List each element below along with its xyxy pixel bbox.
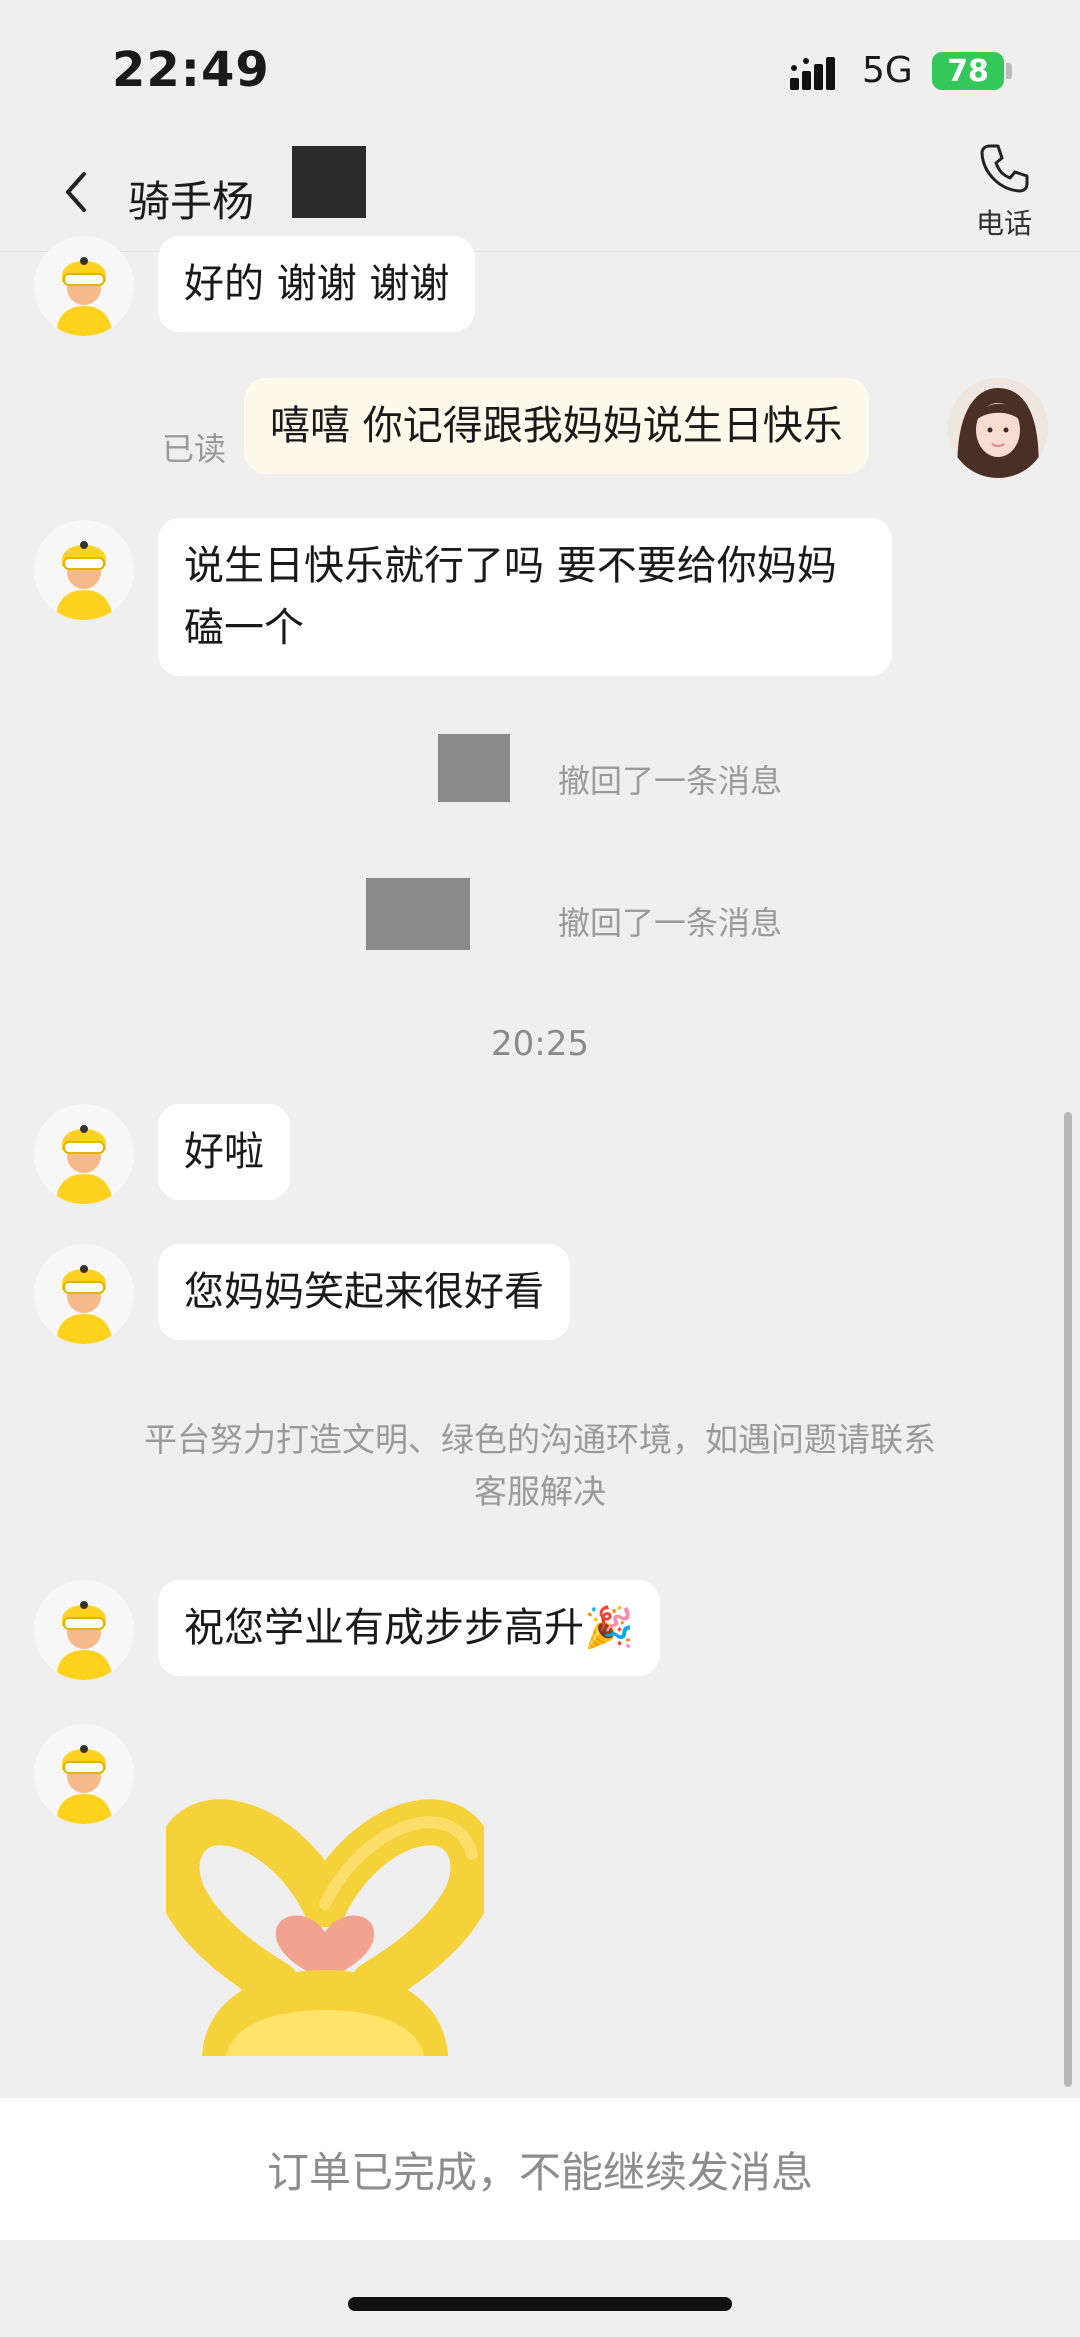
user-avatar-photo [948, 378, 1048, 478]
battery-icon: 78 [932, 52, 1004, 90]
rider-avatar-icon [34, 520, 134, 620]
rider-avatar[interactable] [34, 1104, 134, 1204]
rider-avatar-icon [34, 1104, 134, 1204]
redacted-name [292, 146, 366, 218]
call-button[interactable]: 电话 [964, 140, 1044, 250]
rider-avatar[interactable] [34, 1724, 134, 1824]
message-bubble[interactable]: 祝您学业有成步步高升🎉 [158, 1580, 660, 1676]
rider-avatar-icon [34, 1244, 134, 1344]
rider-avatar-icon [34, 1724, 134, 1824]
home-indicator[interactable] [348, 2297, 732, 2311]
user-avatar[interactable] [948, 378, 1048, 478]
rider-avatar[interactable] [34, 1580, 134, 1680]
status-bar: 22:49 5G 78 [0, 0, 1080, 130]
time-stamp: 20:25 [491, 1024, 589, 1064]
phone-icon [980, 144, 1029, 193]
chat-title: 骑手杨 [128, 177, 255, 226]
rider-avatar[interactable] [34, 520, 134, 620]
network-label: 5G [862, 50, 913, 91]
battery-tip [1006, 63, 1012, 79]
recall-notice: 撤回了一条消息 [557, 904, 782, 942]
platform-notice: 平台努力打造文明、绿色的沟通环境，如遇问题请联系客服解决 [144, 1420, 936, 1511]
battery-level: 78 [947, 53, 989, 89]
chevron-left-icon [66, 172, 86, 212]
rider-avatar-icon [34, 1580, 134, 1680]
back-button[interactable] [56, 164, 96, 220]
footer-notice: 订单已完成，不能继续发消息 [0, 2098, 1080, 2240]
status-time: 22:49 [112, 42, 270, 98]
chat-header: 骑手杨 电话 [0, 130, 1080, 252]
rider-avatar[interactable] [34, 1244, 134, 1344]
my-message-bubble[interactable]: 嘻嘻 你记得跟我妈妈说生日快乐 [244, 378, 869, 474]
read-status: 已读 [162, 430, 227, 468]
message-bubble[interactable]: 好啦 [158, 1104, 290, 1200]
footer-text: 订单已完成，不能继续发消息 [266, 2147, 813, 2197]
rider-avatar[interactable] [34, 236, 134, 336]
message-bubble[interactable]: 说生日快乐就行了吗 要不要给你妈妈磕一个 [158, 518, 892, 676]
call-label: 电话 [975, 207, 1032, 240]
rider-avatar-icon [34, 236, 134, 336]
message-bubble[interactable]: 您妈妈笑起来很好看 [158, 1244, 570, 1340]
heart-sticker[interactable] [166, 1784, 484, 2056]
message-bubble[interactable]: 好的 谢谢 谢谢 [158, 236, 476, 332]
signal-icon [790, 57, 835, 90]
scrollbar[interactable] [1064, 1112, 1072, 2087]
recall-notice: 撤回了一条消息 [557, 762, 782, 800]
